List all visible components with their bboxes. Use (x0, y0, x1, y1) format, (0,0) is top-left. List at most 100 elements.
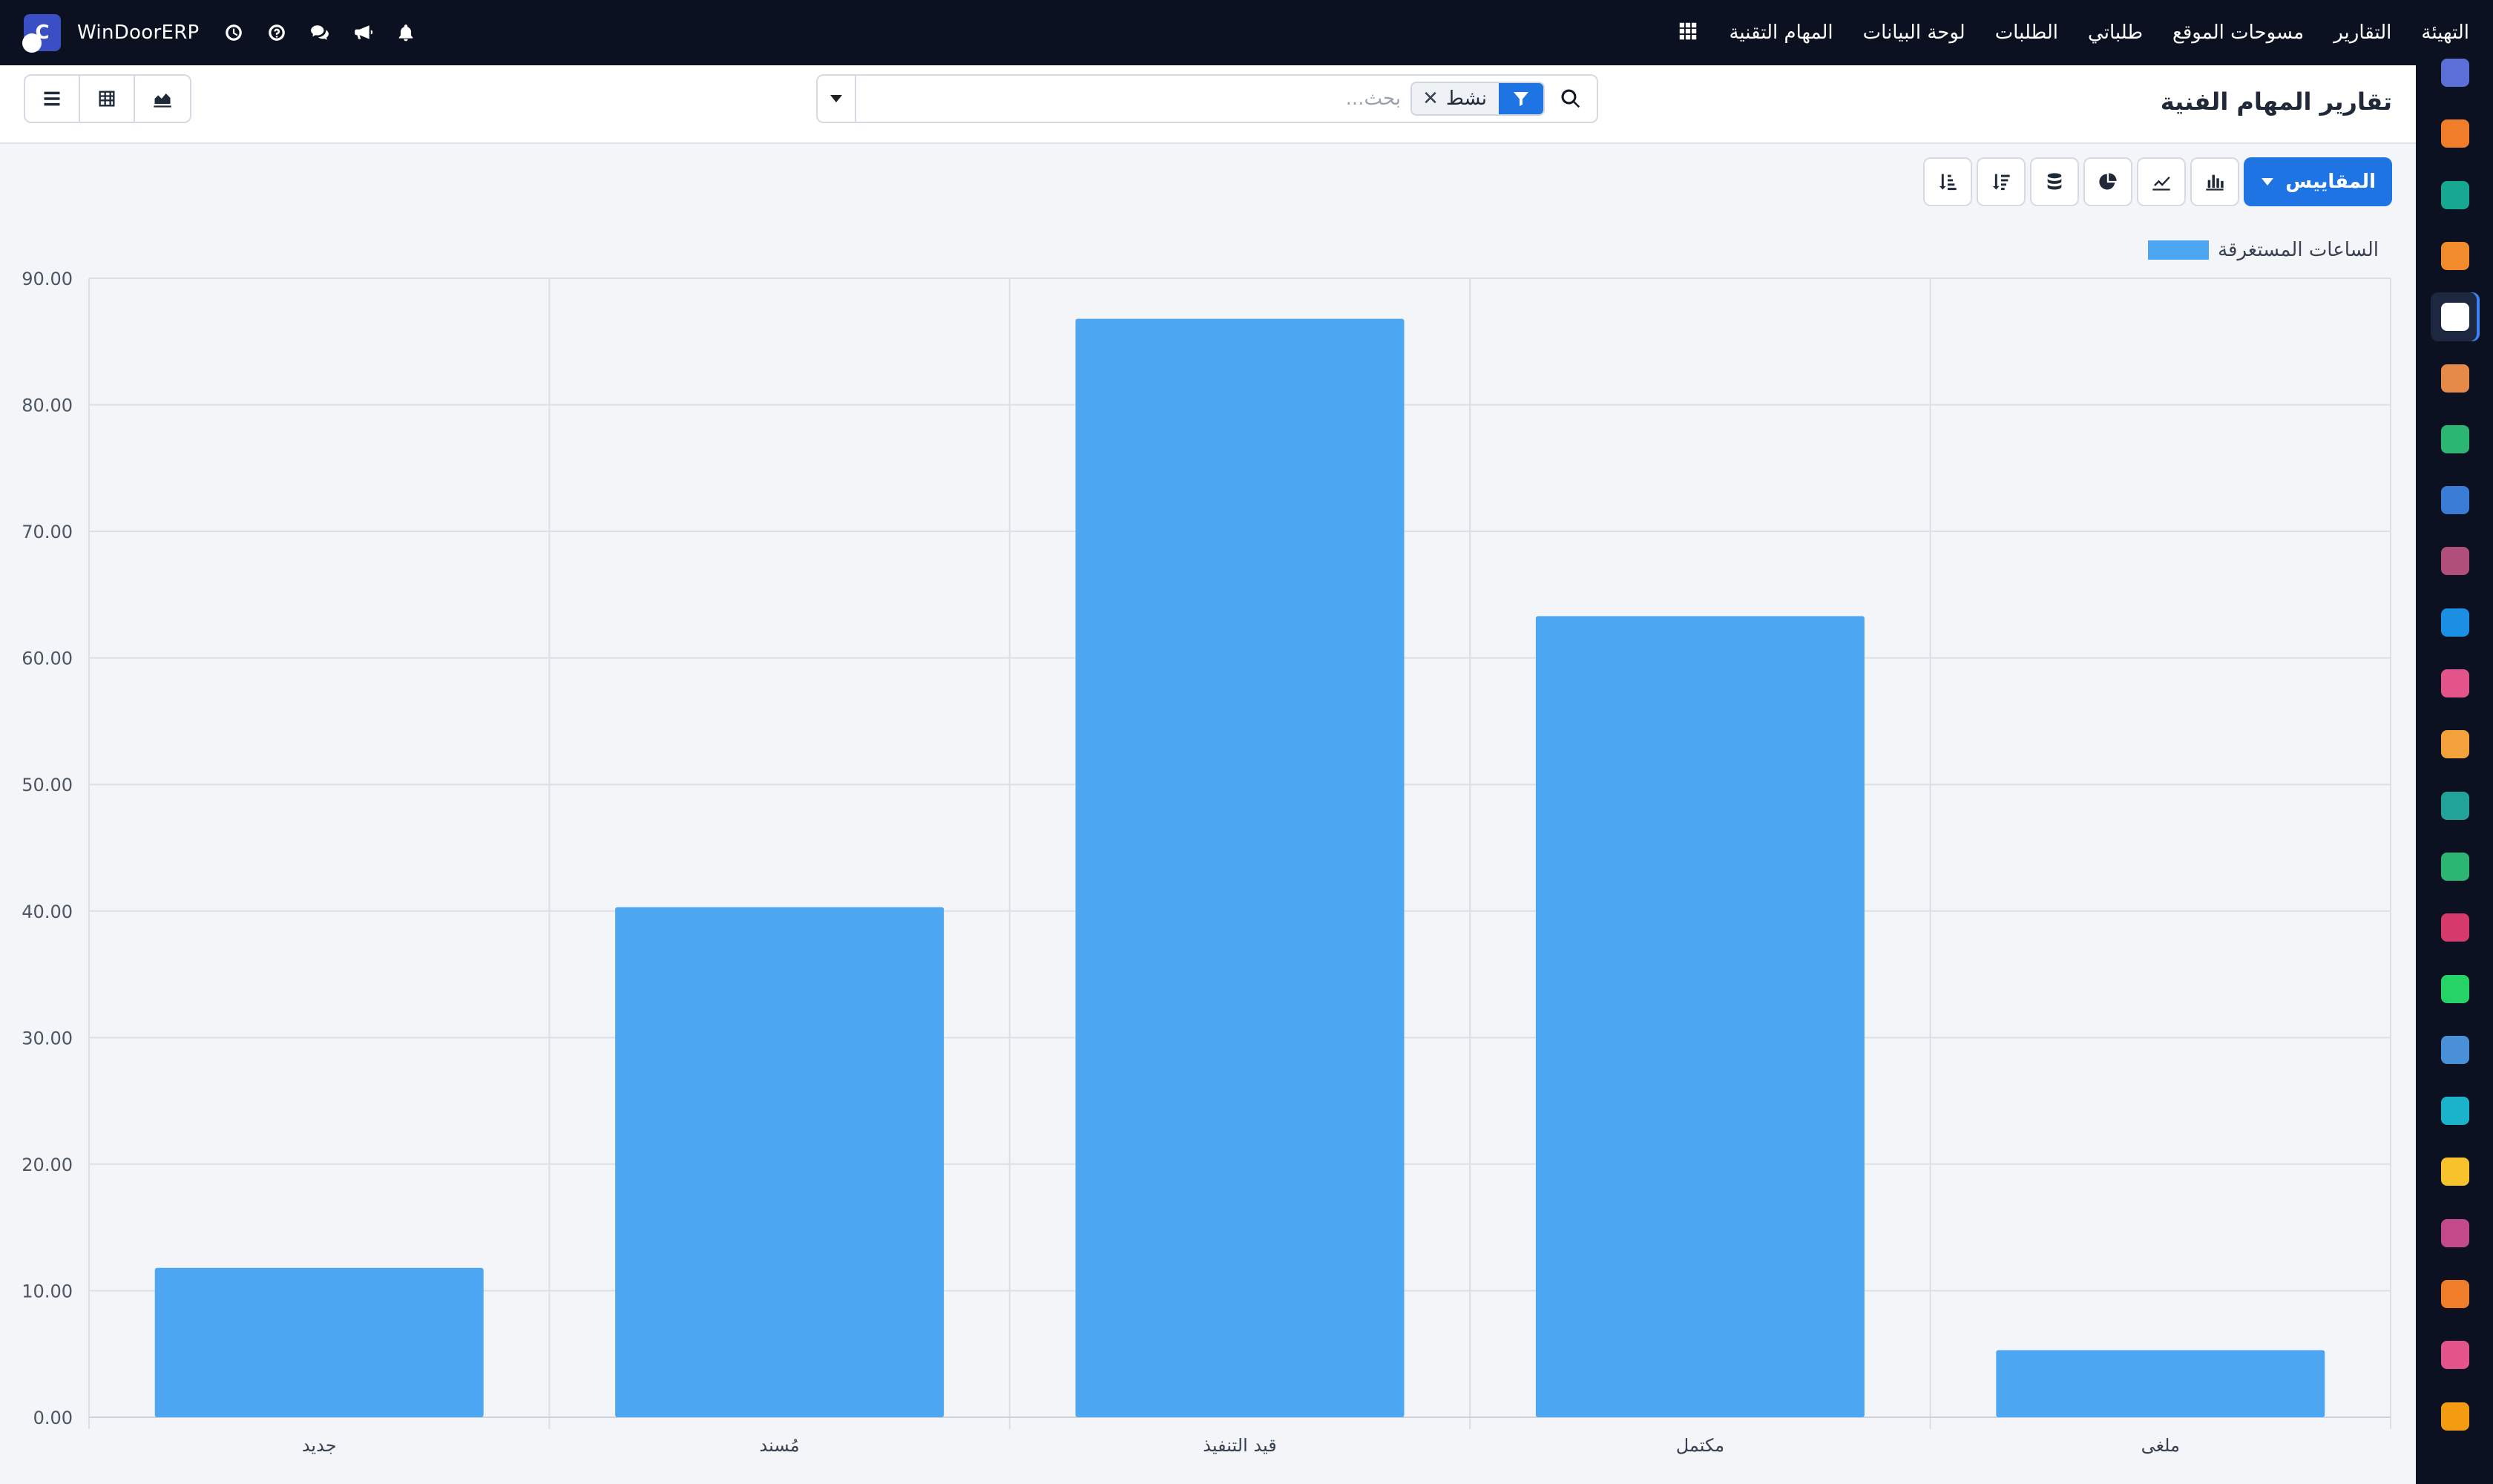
chevron-down-icon (2262, 178, 2274, 186)
app-wheel-icon (2441, 1341, 2469, 1370)
y-tick-label: 80.00 (22, 395, 73, 416)
menu-reports[interactable]: التقارير (2333, 22, 2391, 44)
app-tasks-icon (2441, 424, 2469, 453)
chat-icon[interactable] (309, 22, 330, 43)
y-tick-label: 10.00 (22, 1281, 73, 1301)
app-calendar-button[interactable] (2431, 720, 2480, 769)
app-calendar-icon (2441, 730, 2469, 759)
bell-icon[interactable] (395, 22, 416, 43)
bar[interactable] (154, 1267, 484, 1417)
company-logo[interactable]: C (22, 14, 61, 53)
stacked-icon (2047, 173, 2062, 190)
page-title: تقارير المهام الفنية (2160, 88, 2392, 116)
menu-my-orders[interactable]: طلباتي (2088, 22, 2143, 44)
app-green-check-button[interactable] (2431, 171, 2480, 220)
y-tick-label: 90.00 (22, 269, 73, 289)
systray (223, 22, 416, 43)
stacked-button[interactable] (2030, 157, 2080, 206)
menu-orders[interactable]: الطلبات (1995, 22, 2058, 44)
control-panel: بحث... ✕ نشط تقارير المهام الفنية (0, 65, 2416, 144)
list-view-icon (44, 91, 60, 106)
help-icon[interactable] (266, 22, 287, 43)
app-cards-button[interactable] (2431, 1209, 2480, 1258)
line-chart-button[interactable] (2137, 157, 2187, 206)
app-timer-button[interactable] (2431, 1025, 2480, 1074)
app-timer-icon (2441, 1035, 2469, 1064)
app-employees-icon (2441, 669, 2469, 697)
app-m-button[interactable] (2431, 48, 2480, 97)
filter-icon (1499, 83, 1543, 114)
apps-sidebar (2416, 59, 2493, 1484)
pie-chart-button[interactable] (2083, 157, 2133, 206)
bar[interactable] (1996, 1350, 2325, 1417)
menu-site-surveys[interactable]: مسوحات الموقع (2172, 22, 2304, 44)
company-name[interactable]: WinDoorERP (77, 22, 200, 44)
brand-area: C WinDoorERP (22, 14, 416, 53)
x-tick-label: جديد (302, 1435, 337, 1456)
measures-dropdown[interactable]: المقاييس (2244, 157, 2392, 206)
search-input[interactable]: بحث... (1346, 88, 1401, 110)
app-hex-last-icon (2441, 1402, 2469, 1431)
bar[interactable] (615, 907, 945, 1417)
app-directory-icon (2441, 852, 2469, 881)
app-bars-button[interactable] (2431, 232, 2480, 280)
clock-icon[interactable] (223, 22, 244, 43)
facet-remove-icon[interactable]: ✕ (1412, 88, 1439, 110)
x-tick-label: قيد التنفيذ (1203, 1435, 1276, 1456)
app-dashboards-icon (2441, 913, 2469, 942)
search-bar: بحث... ✕ نشط (816, 74, 1598, 123)
app-whatsapp-button[interactable] (2431, 965, 2480, 1014)
menu-technical-tasks[interactable]: المهام التقنية (1729, 22, 1833, 44)
app-website-icon (2441, 1097, 2469, 1126)
app-chat-orange-button[interactable] (2431, 109, 2480, 158)
chart-legend[interactable]: الساعات المستغرقة (2148, 239, 2379, 261)
megaphone-icon[interactable] (352, 22, 373, 43)
app-invoicing-button[interactable] (2431, 598, 2480, 647)
search-icon[interactable] (1560, 88, 1583, 111)
menu-configuration[interactable]: التهيئة (2421, 22, 2469, 44)
apps-grid-icon[interactable] (1677, 20, 1699, 45)
app-tasks-button[interactable] (2431, 415, 2480, 464)
app-send-button[interactable] (2431, 1147, 2480, 1196)
sort-ascending-button[interactable] (1923, 157, 1973, 206)
filter-facet[interactable]: ✕ نشط (1410, 82, 1545, 116)
sort-ascending-icon (1939, 174, 1957, 191)
app-bars-icon (2441, 241, 2469, 270)
search-options-toggle[interactable] (818, 76, 856, 122)
graph-view-button[interactable] (135, 76, 190, 122)
app-knowledge-button[interactable] (2431, 476, 2480, 525)
y-tick-label: 0.00 (33, 1408, 73, 1428)
bar-chart-button[interactable] (2190, 157, 2240, 206)
main-menu: المهام التقنية لوحة البيانات الطلبات طلب… (1677, 0, 2469, 65)
app-contacts-button[interactable] (2431, 354, 2480, 403)
chevron-down-icon (830, 95, 842, 102)
bar[interactable] (1535, 616, 1865, 1418)
bar[interactable] (1075, 318, 1405, 1417)
app-send-icon (2441, 1158, 2469, 1186)
chart-area: 0.00 10.00 20.00 30.00 40.00 50.00 60.00 70.00 8… (0, 223, 2416, 1484)
menu-dashboard[interactable]: لوحة البيانات (1863, 22, 1965, 44)
bar-chart: 0.00 10.00 20.00 30.00 40.00 50.00 60.00 70.00 8… (22, 269, 2391, 1456)
app-cube-button[interactable] (2431, 292, 2480, 342)
app-hex-orange-button[interactable] (2431, 1270, 2480, 1319)
app-hex-last-button[interactable] (2431, 1392, 2480, 1441)
x-tick-label: ملغى (2141, 1435, 2180, 1456)
app-sign-button[interactable] (2431, 781, 2480, 830)
app-directory-button[interactable] (2431, 842, 2480, 891)
sort-descending-button[interactable] (1977, 157, 2026, 206)
app-inventory-button[interactable] (2431, 536, 2480, 585)
x-tick-label: مُسند (760, 1435, 800, 1456)
list-view-button[interactable] (25, 76, 80, 122)
line-chart-icon (2152, 177, 2170, 191)
y-tick-label: 60.00 (22, 649, 73, 669)
graph-view-icon (154, 93, 171, 108)
app-dashboards-button[interactable] (2431, 903, 2480, 952)
legend-label: الساعات المستغرقة (2218, 239, 2379, 261)
pivot-view-button[interactable] (80, 76, 135, 122)
app-wheel-button[interactable] (2431, 1330, 2480, 1379)
app-sign-icon (2441, 791, 2469, 820)
app-chat-orange-icon (2441, 119, 2469, 148)
app-website-button[interactable] (2431, 1086, 2480, 1135)
top-navbar: C WinDoorERP المهام التقنية لوحة البيانا… (0, 0, 2493, 65)
app-employees-button[interactable] (2431, 659, 2480, 708)
